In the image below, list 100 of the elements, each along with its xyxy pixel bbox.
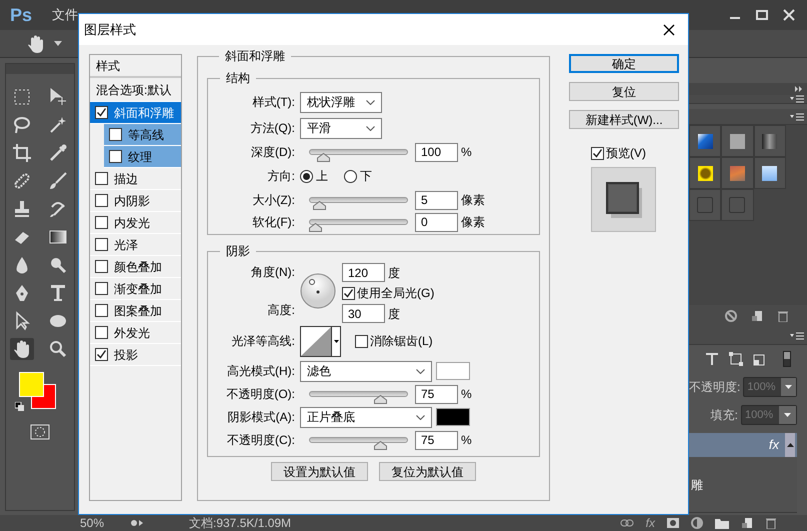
settings-icon[interactable] [130, 518, 144, 528]
checkbox[interactable] [95, 194, 108, 207]
checkbox[interactable] [95, 304, 108, 317]
style-swatch[interactable] [730, 166, 745, 180]
input-field[interactable]: 0 [415, 212, 458, 232]
radio-button[interactable] [300, 170, 313, 182]
trash-icon[interactable] [765, 517, 777, 529]
list-item[interactable]: 渐变叠加 [90, 278, 181, 300]
crop-icon[interactable] [12, 143, 32, 163]
smart-object-icon[interactable] [753, 352, 765, 366]
mask-icon[interactable] [667, 518, 679, 528]
list-item[interactable]: 描边 [90, 168, 181, 190]
panel-menu-icon[interactable] [790, 112, 804, 120]
new-layer-icon[interactable] [741, 517, 753, 529]
menu-item[interactable]: 文件 [52, 5, 78, 25]
checkbox[interactable] [95, 238, 108, 251]
input-field[interactable]: 120 [342, 263, 385, 282]
style-swatch[interactable] [697, 197, 714, 213]
checkbox[interactable] [95, 172, 108, 185]
checkbox[interactable] [95, 106, 108, 119]
stamp-icon[interactable] [12, 199, 32, 219]
panel-menu-icon[interactable] [790, 95, 804, 103]
wand-icon[interactable] [48, 115, 68, 135]
checkbox-label[interactable]: 预览(V) [606, 144, 646, 162]
dialog-button[interactable]: 复位 [569, 82, 679, 101]
radio-button[interactable] [344, 170, 357, 182]
list-item[interactable]: 内阴影 [90, 190, 181, 212]
input-field[interactable]: 75 [415, 384, 458, 404]
fx-button[interactable]: fx [646, 514, 655, 531]
folder-icon[interactable] [715, 518, 729, 528]
list-item[interactable]: 光泽 [90, 234, 181, 256]
marquee-icon[interactable] [12, 87, 32, 107]
checkbox[interactable] [95, 216, 108, 229]
panel-menu-icon[interactable] [790, 332, 804, 340]
dialog-button[interactable]: 新建样式(W)... [569, 110, 679, 129]
style-swatch[interactable] [762, 166, 778, 180]
scroll-up-icon[interactable] [786, 443, 794, 447]
style-swatch[interactable] [698, 166, 713, 180]
link-icon[interactable] [620, 519, 634, 527]
list-item[interactable]: 纹理 [104, 146, 181, 168]
type-tool-icon[interactable] [48, 283, 68, 303]
no-icon[interactable] [725, 310, 737, 322]
close-icon[interactable] [662, 22, 676, 36]
magnifier-icon[interactable] [48, 255, 68, 275]
brush-icon[interactable] [48, 171, 68, 191]
checkbox[interactable] [95, 326, 108, 339]
dialog-button[interactable]: 确定 [569, 54, 679, 73]
color-swatch[interactable] [436, 408, 470, 426]
type-layer-icon[interactable] [705, 352, 719, 366]
input-field[interactable]: 30 [342, 304, 385, 323]
bandage-icon[interactable] [12, 171, 32, 191]
list-item[interactable]: 图案叠加 [90, 300, 181, 322]
checkbox[interactable] [95, 260, 108, 273]
checkbox-label[interactable]: 消除锯齿(L) [370, 332, 433, 350]
default-colors-icon[interactable] [15, 402, 25, 412]
slider-thumb[interactable] [374, 395, 386, 404]
style-swatch[interactable] [698, 134, 713, 148]
default-button[interactable]: 复位为默认值 [379, 462, 476, 481]
list-item[interactable]: 外发光 [90, 322, 181, 344]
trash-icon[interactable] [777, 310, 789, 322]
list-item[interactable]: 等高线 [104, 124, 181, 146]
lasso-icon[interactable] [12, 115, 32, 135]
checkbox[interactable] [591, 146, 604, 160]
quick-mask-icon[interactable] [30, 424, 50, 440]
list-item[interactable]: 内发光 [90, 212, 181, 234]
checkbox[interactable] [95, 348, 108, 361]
default-button[interactable]: 设置为默认值 [271, 462, 368, 481]
list-item[interactable]: 颜色叠加 [90, 256, 181, 278]
new-layer-icon[interactable] [751, 310, 763, 322]
style-swatch[interactable] [729, 197, 746, 213]
checkbox[interactable] [342, 286, 355, 300]
slider-thumb[interactable] [316, 153, 330, 162]
style-swatch[interactable] [762, 134, 778, 148]
radio-label[interactable]: 下 [360, 167, 372, 185]
checkbox[interactable] [355, 334, 368, 348]
checkbox-label[interactable]: 使用全局光(G) [357, 284, 434, 302]
checkbox[interactable] [109, 150, 122, 163]
list-item[interactable]: 投影 [90, 344, 181, 366]
style-swatch[interactable] [730, 134, 745, 148]
slider-thumb[interactable] [374, 441, 386, 450]
zoom-icon[interactable] [48, 339, 68, 359]
dropdown[interactable]: 滤色 [300, 360, 432, 382]
hand-icon[interactable] [12, 339, 32, 359]
dropdown[interactable]: 平滑 [300, 118, 382, 138]
dropdown[interactable]: 正片叠底 [300, 406, 432, 428]
dropdown[interactable]: 枕状浮雕 [300, 92, 382, 112]
caret-icon[interactable] [334, 340, 338, 342]
color-swatches-drawing[interactable] [19, 372, 59, 412]
input-field[interactable]: 5 [415, 190, 458, 210]
angle-dial[interactable] [300, 273, 336, 309]
slider-thumb[interactable] [309, 223, 322, 232]
eyedropper-icon[interactable] [48, 143, 68, 163]
hand-icon[interactable] [26, 34, 46, 54]
checkbox[interactable] [95, 282, 108, 295]
checkbox[interactable] [109, 128, 122, 141]
scroll-handle-icon[interactable] [783, 351, 791, 367]
input-field[interactable]: 100 [415, 142, 458, 162]
color-swatch[interactable] [436, 362, 470, 380]
radio-label[interactable]: 上 [316, 167, 328, 185]
list-item[interactable]: 斜面和浮雕 [90, 102, 181, 124]
